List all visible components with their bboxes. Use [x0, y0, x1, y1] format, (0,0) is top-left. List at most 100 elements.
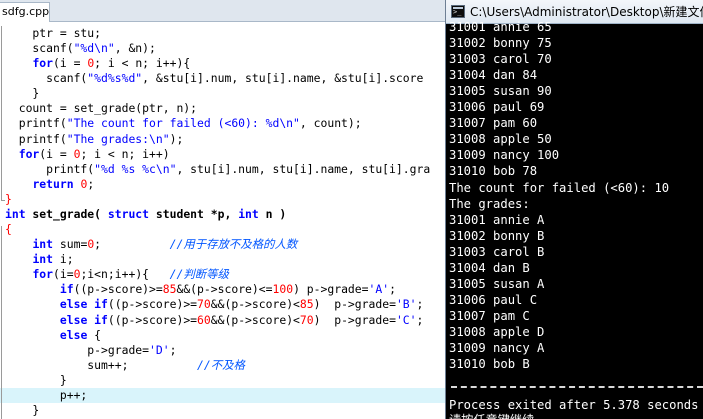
code-token: scanf( — [5, 41, 74, 56]
console-output-line: 31003 carol 70 — [449, 52, 552, 67]
console-output-line: The count for failed (<60): 10 — [449, 180, 670, 195]
code-token: "The grades:\n" — [66, 131, 170, 146]
console-output-line: 31008 apple D — [449, 324, 545, 339]
code-line[interactable]: for(i=0;i<n;i++){ //判断等级 — [5, 267, 228, 282]
code-token: student *p, — [149, 206, 239, 221]
code-editor-pane[interactable]: sdfg.cpp ptr = stu; scanf("%d\n", &n); f… — [0, 0, 445, 419]
code-token: p->grade= — [5, 342, 150, 357]
code-token: ; — [416, 297, 424, 312]
code-token: if — [94, 312, 108, 327]
code-line[interactable]: printf("The grades:\n"); — [5, 131, 184, 147]
code-line[interactable]: scanf("%d\n", &n); — [5, 41, 156, 56]
code-token: } — [5, 403, 40, 417]
code-token: if — [94, 297, 108, 312]
console-output-line: 31009 nancy A — [449, 341, 545, 355]
code-token: for — [32, 267, 54, 282]
console-output-line: 31006 paul 69 — [449, 100, 545, 115]
code-token: ; i < n; i++) — [80, 146, 170, 161]
console-output-line: 31001 annie 65 — [449, 20, 552, 34]
fold-guide — [1, 226, 2, 419]
code-token: //不及格 — [197, 357, 245, 372]
code-token: , count); — [299, 116, 362, 131]
code-line[interactable]: p++; — [5, 388, 87, 403]
code-line[interactable]: int i; — [5, 252, 73, 267]
code-token: 85 — [299, 297, 314, 312]
code-token: else — [59, 312, 88, 327]
process-exit-line: Process exited after 5.378 seconds with … — [449, 398, 699, 412]
code-token: printf( — [5, 161, 95, 176]
code-token: ); — [169, 131, 184, 146]
editor-tab-bar: sdfg.cpp — [0, 0, 445, 22]
code-token: ) p->grade= — [313, 297, 396, 312]
code-line[interactable]: else if((p->score)>=70&&(p->score)<85) p… — [5, 297, 424, 312]
code-line[interactable]: p->grade='D'; — [5, 343, 176, 358]
code-token: ) p->grade= — [293, 282, 369, 297]
code-token: ((p->score)>= — [107, 297, 198, 312]
code-token: count = set_grade(ptr, n); — [5, 101, 198, 116]
console-app-icon — [451, 5, 465, 18]
code-line[interactable]: printf("%d %s %c\n", stu[i].num, stu[i].… — [5, 162, 430, 177]
code-line[interactable]: count = set_grade(ptr, n); — [5, 101, 197, 116]
code-line[interactable]: } — [5, 86, 39, 101]
code-token: 'A' — [368, 282, 390, 297]
file-tab-sdfg-cpp[interactable]: sdfg.cpp — [0, 2, 50, 22]
code-token: scanf( — [5, 71, 88, 86]
code-token: "The count for failed (<60): %d\n" — [66, 116, 300, 131]
code-token: 'C' — [395, 312, 417, 327]
console-output-line: 31010 bob B — [449, 357, 530, 372]
code-token: 70 — [197, 297, 211, 312]
code-line[interactable]: for(i = 0; i < n; i++){ — [5, 56, 190, 71]
console-output-line: 31008 apple 50 — [449, 132, 552, 147]
code-token: &&(p->score)<= — [176, 282, 273, 297]
console-output-line: The grades: — [449, 196, 530, 211]
code-token: 'D' — [149, 342, 170, 357]
code-line[interactable]: } — [5, 373, 67, 388]
code-line[interactable]: return 0; — [5, 177, 94, 192]
console-output-line: 31007 pam C — [449, 308, 530, 323]
code-line[interactable]: ptr = stu; — [5, 26, 101, 41]
code-token: 100 — [272, 282, 294, 297]
code-token: ;i<n;i++){ — [80, 267, 170, 282]
code-line[interactable]: int sum=0; //用于存放不及格的人数 — [5, 237, 297, 252]
code-line[interactable]: scanf("%d%s%d", &stu[i].num, stu[i].name… — [5, 71, 423, 86]
code-line[interactable]: if((p->score)>=85&&(p->score)<=100) p->g… — [5, 282, 396, 297]
code-token: , &n); — [114, 41, 156, 56]
code-line[interactable]: printf("The count for failed (<60): %d\n… — [5, 116, 362, 131]
code-line[interactable]: sum++; //不及格 — [5, 358, 245, 373]
code-token: n ) — [258, 206, 287, 221]
code-token: for — [18, 146, 40, 161]
code-token: for — [32, 56, 54, 71]
code-token: "%d%s%d" — [87, 71, 143, 86]
console-output-line: 31007 pam 60 — [449, 116, 538, 131]
code-area[interactable]: ptr = stu; scanf("%d\n", &n); for(i = 0;… — [0, 26, 445, 419]
code-token: set_grade( — [25, 206, 108, 221]
code-line[interactable]: int set_grade( struct student *p, int n … — [5, 207, 286, 222]
code-line[interactable]: for(i = 0; i < n; i++) — [5, 147, 170, 162]
console-output-line: 31005 susan A — [449, 276, 545, 291]
console-window[interactable]: C:\Users\Administrator\Desktop\新建文件 3100… — [445, 0, 703, 419]
code-line[interactable]: else if((p->score)>=60&&(p->score)<70) p… — [5, 312, 424, 328]
code-token: struct — [107, 206, 150, 221]
code-line[interactable]: } — [5, 192, 12, 207]
code-token: 85 — [162, 282, 177, 297]
code-token: if — [59, 282, 74, 297]
code-line[interactable]: { — [5, 222, 12, 237]
code-token: , &stu[i].num, stu[i].name, &stu[i].scor… — [142, 71, 424, 86]
code-token: //用于存放不及格的人数 — [169, 237, 298, 252]
console-output-line: 31003 carol B — [449, 244, 545, 259]
code-token: ; — [169, 342, 177, 357]
code-token: int — [32, 252, 54, 267]
code-token: ((p->score)>= — [107, 312, 198, 327]
code-token: (i= — [53, 267, 74, 282]
code-line[interactable]: else { — [5, 328, 101, 343]
code-token: ; i < n; i++){ — [94, 56, 191, 71]
code-token: else — [59, 297, 88, 312]
code-line[interactable]: } — [5, 403, 39, 418]
